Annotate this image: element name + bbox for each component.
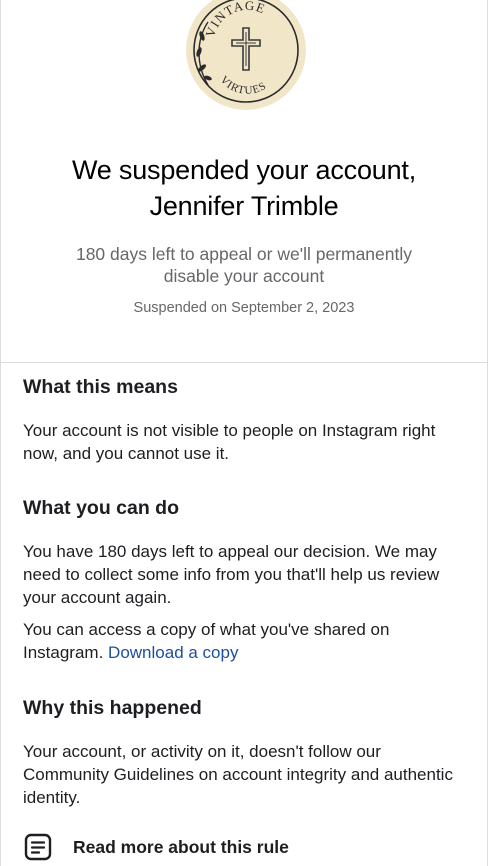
read-more-rule-button[interactable]: Read more about this rule <box>23 830 289 864</box>
section-heading: What you can do <box>23 497 179 519</box>
section-paragraph: You have 180 days left to appeal our dec… <box>23 542 440 607</box>
section-paragraph: Your account, or activity on it, doesn't… <box>23 742 453 807</box>
document-lines-icon <box>24 833 52 861</box>
title-line-2: Jennifer Trimble <box>149 191 339 221</box>
download-copy-link[interactable]: Download a copy <box>108 643 238 662</box>
section-why-this-happened: Why this happened Your account, or activ… <box>23 696 467 809</box>
section-heading: What this means <box>23 376 178 398</box>
section-paragraph: You can access a copy of what you've sha… <box>23 618 467 664</box>
section-paragraph: Your account is not visible to people on… <box>23 421 436 463</box>
section-what-you-can-do: What you can do You have 180 days left t… <box>23 496 467 664</box>
vintage-virtues-logo: VINTAGE VIRTUES <box>186 0 306 110</box>
profile-avatar: VINTAGE VIRTUES <box>186 0 306 110</box>
read-more-rule-label: Read more about this rule <box>73 836 289 857</box>
suspension-header: VINTAGE VIRTUES We suspended your accoun… <box>1 0 487 363</box>
appeal-deadline-text: 180 days left to appeal or we'll permane… <box>75 244 413 286</box>
suspended-date: Suspended on September 2, 2023 <box>133 300 355 316</box>
title-line-1: We suspended your account, <box>71 155 417 185</box>
suspension-page: VINTAGE VIRTUES We suspended your accoun… <box>0 0 488 866</box>
section-heading: Why this happened <box>23 697 202 719</box>
section-what-this-means: What this means Your account is not visi… <box>23 375 467 465</box>
page-title: We suspended your account, Jennifer Trim… <box>1 152 487 224</box>
